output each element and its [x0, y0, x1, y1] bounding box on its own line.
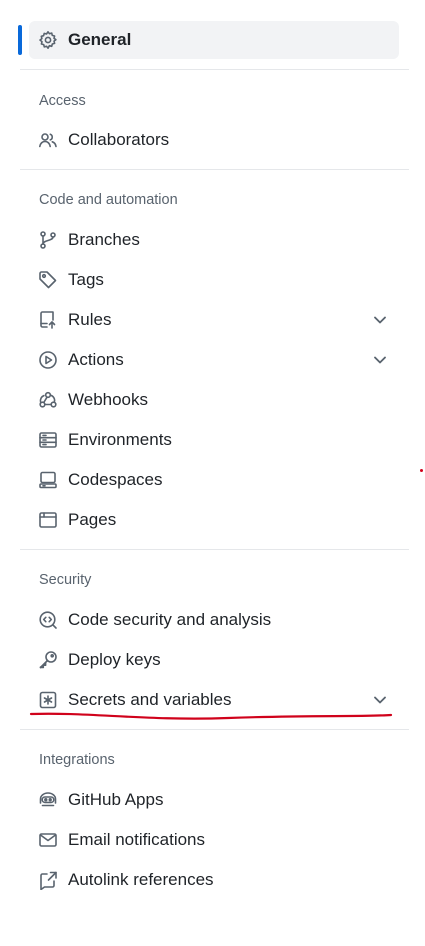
section-heading-access: Access — [39, 93, 86, 109]
divider — [20, 549, 409, 550]
git-branch-icon — [38, 230, 58, 250]
sidebar-item-label: Branches — [68, 230, 140, 249]
codespaces-icon — [38, 470, 58, 490]
section-heading-integrations: Integrations — [39, 752, 115, 768]
sidebar-item-label: Tags — [68, 270, 104, 289]
sidebar-item-environments[interactable]: Environments — [29, 421, 399, 459]
sidebar-item-deploy-keys[interactable]: Deploy keys — [29, 641, 399, 679]
codescan-icon — [38, 610, 58, 630]
tag-icon — [38, 270, 58, 290]
annotation-dot — [420, 469, 423, 472]
divider — [20, 69, 409, 70]
gear-icon — [38, 30, 58, 50]
sidebar-item-label: Pages — [68, 510, 117, 529]
sidebar-item-rules[interactable]: Rules — [29, 301, 399, 339]
sidebar-item-code-security[interactable]: Code security and analysis — [29, 601, 399, 639]
sidebar-item-label: Codespaces — [68, 470, 163, 489]
annotation-underline — [29, 712, 393, 720]
repo-push-icon — [38, 310, 58, 330]
active-indicator — [18, 25, 22, 55]
sidebar-item-label: Actions — [68, 350, 124, 369]
sidebar-item-label: Deploy keys — [68, 650, 161, 669]
chevron-down-icon[interactable] — [371, 351, 389, 369]
divider — [20, 729, 409, 730]
section-heading-code-and-automation: Code and automation — [39, 192, 178, 208]
section-heading-security: Security — [39, 572, 92, 588]
sidebar-item-label: Code security and analysis — [68, 610, 272, 629]
sidebar-item-tags[interactable]: Tags — [29, 261, 399, 299]
sidebar-item-actions[interactable]: Actions — [29, 341, 399, 379]
sidebar-item-label: Secrets and variables — [68, 690, 232, 709]
browser-icon — [38, 510, 58, 530]
sidebar-item-label: Rules — [68, 310, 112, 329]
people-icon — [38, 130, 58, 150]
hubot-icon — [38, 790, 58, 810]
sidebar-item-webhooks[interactable]: Webhooks — [29, 381, 399, 419]
sidebar-item-label: Collaborators — [68, 130, 170, 149]
sidebar-item-label: Autolink references — [68, 870, 214, 889]
sidebar-item-pages[interactable]: Pages — [29, 501, 399, 539]
sidebar-item-label: GitHub Apps — [68, 790, 164, 809]
sidebar-item-general[interactable]: General — [29, 21, 399, 59]
sidebar-item-label: Email notifications — [68, 830, 206, 849]
divider — [20, 169, 409, 170]
sidebar-item-label: Webhooks — [68, 390, 149, 409]
chevron-down-icon[interactable] — [371, 691, 389, 709]
chevron-down-icon[interactable] — [371, 311, 389, 329]
sidebar-item-label: General — [68, 30, 132, 49]
sidebar-item-email-notifications[interactable]: Email notifications — [29, 821, 399, 859]
cross-reference-icon — [38, 870, 58, 890]
sidebar-item-codespaces[interactable]: Codespaces — [29, 461, 399, 499]
key-asterisk-icon — [38, 690, 58, 710]
server-icon — [38, 430, 58, 450]
sidebar-item-label: Environments — [68, 430, 172, 449]
play-icon — [38, 350, 58, 370]
sidebar-item-autolink-references[interactable]: Autolink references — [29, 861, 399, 899]
sidebar-item-github-apps[interactable]: GitHub Apps — [29, 781, 399, 819]
webhook-icon — [38, 390, 58, 410]
sidebar-item-collaborators[interactable]: Collaborators — [29, 121, 399, 159]
sidebar-item-branches[interactable]: Branches — [29, 221, 399, 259]
key-icon — [38, 650, 58, 670]
mail-icon — [38, 830, 58, 850]
